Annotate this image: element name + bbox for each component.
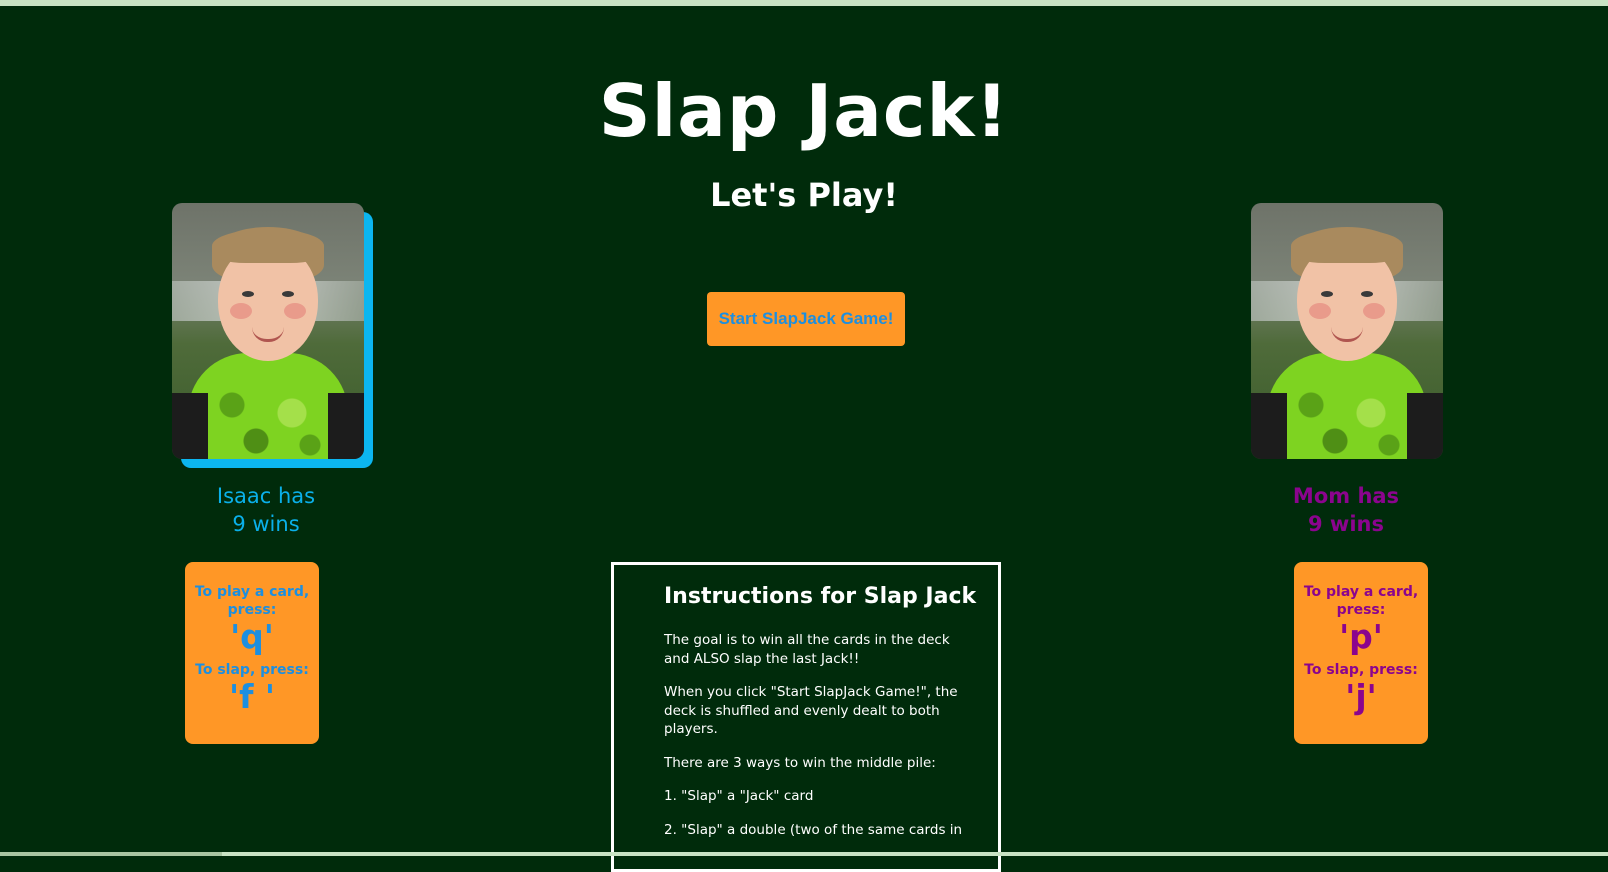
- photo-eye: [282, 291, 294, 297]
- play-card-key: 'q': [230, 617, 274, 656]
- horizontal-scrollbar-thumb[interactable]: [0, 852, 222, 856]
- photo-sleeve: [172, 393, 208, 459]
- slap-key: 'f ': [228, 677, 276, 716]
- page-title: Slap Jack!: [598, 69, 1010, 154]
- player-left-avatar: [172, 203, 364, 459]
- play-card-key: 'p': [1339, 617, 1383, 656]
- horizontal-scrollbar-track[interactable]: [0, 852, 1608, 856]
- photo-eye: [242, 291, 254, 297]
- photo-sleeve: [328, 393, 364, 459]
- photo-jersey-pattern: [1287, 381, 1407, 459]
- instructions-paragraph: When you click "Start SlapJack Game!", t…: [664, 684, 958, 737]
- player-left-controls-card: To play a card, press: 'q' To slap, pres…: [185, 562, 319, 744]
- play-card-label: To play a card, press:: [194, 584, 310, 618]
- photo-fringe: [212, 229, 324, 263]
- photo-eye: [1361, 291, 1373, 297]
- slap-key: 'j': [1345, 677, 1377, 716]
- player-left-wins-line1: Isaac has: [216, 484, 316, 508]
- player-right-avatar: [1251, 203, 1443, 459]
- player-right-controls-card: To play a card, press: 'p' To slap, pres…: [1294, 562, 1428, 744]
- photo-cheek: [230, 303, 252, 319]
- photo-eye: [1321, 291, 1333, 297]
- photo-jersey-pattern: [208, 381, 328, 459]
- player-left-wins: Isaac has 9 wins: [146, 482, 386, 538]
- photo-sleeve: [1251, 393, 1287, 459]
- photo-cheek: [284, 303, 306, 319]
- player-right-wins-line2: 9 wins: [1308, 512, 1384, 536]
- photo-cheek: [1363, 303, 1385, 319]
- play-card-label: To play a card, press:: [1303, 584, 1419, 618]
- instructions-paragraph: There are 3 ways to win the middle pile:: [664, 754, 936, 771]
- player-right-wins-line1: Mom has: [1292, 484, 1400, 508]
- instructions-title: Instructions for Slap Jack: [664, 584, 977, 609]
- photo-sleeve: [1407, 393, 1443, 459]
- instructions-paragraph: The goal is to win all the cards in the …: [664, 632, 950, 667]
- photo-fringe: [1291, 229, 1403, 263]
- instructions-panel[interactable]: Instructions for Slap Jack The goal is t…: [611, 562, 1001, 872]
- instructions-rule: 2. "Slap" a double (two of the same card…: [664, 821, 963, 838]
- player-left-wins-line2: 9 wins: [232, 512, 300, 536]
- player-right-wins: Mom has 9 wins: [1226, 482, 1466, 538]
- photo-cheek: [1309, 303, 1331, 319]
- top-border: [0, 0, 1608, 6]
- start-game-button[interactable]: Start SlapJack Game!: [707, 292, 905, 346]
- instructions-rule: 1. "Slap" a "Jack" card: [664, 788, 814, 804]
